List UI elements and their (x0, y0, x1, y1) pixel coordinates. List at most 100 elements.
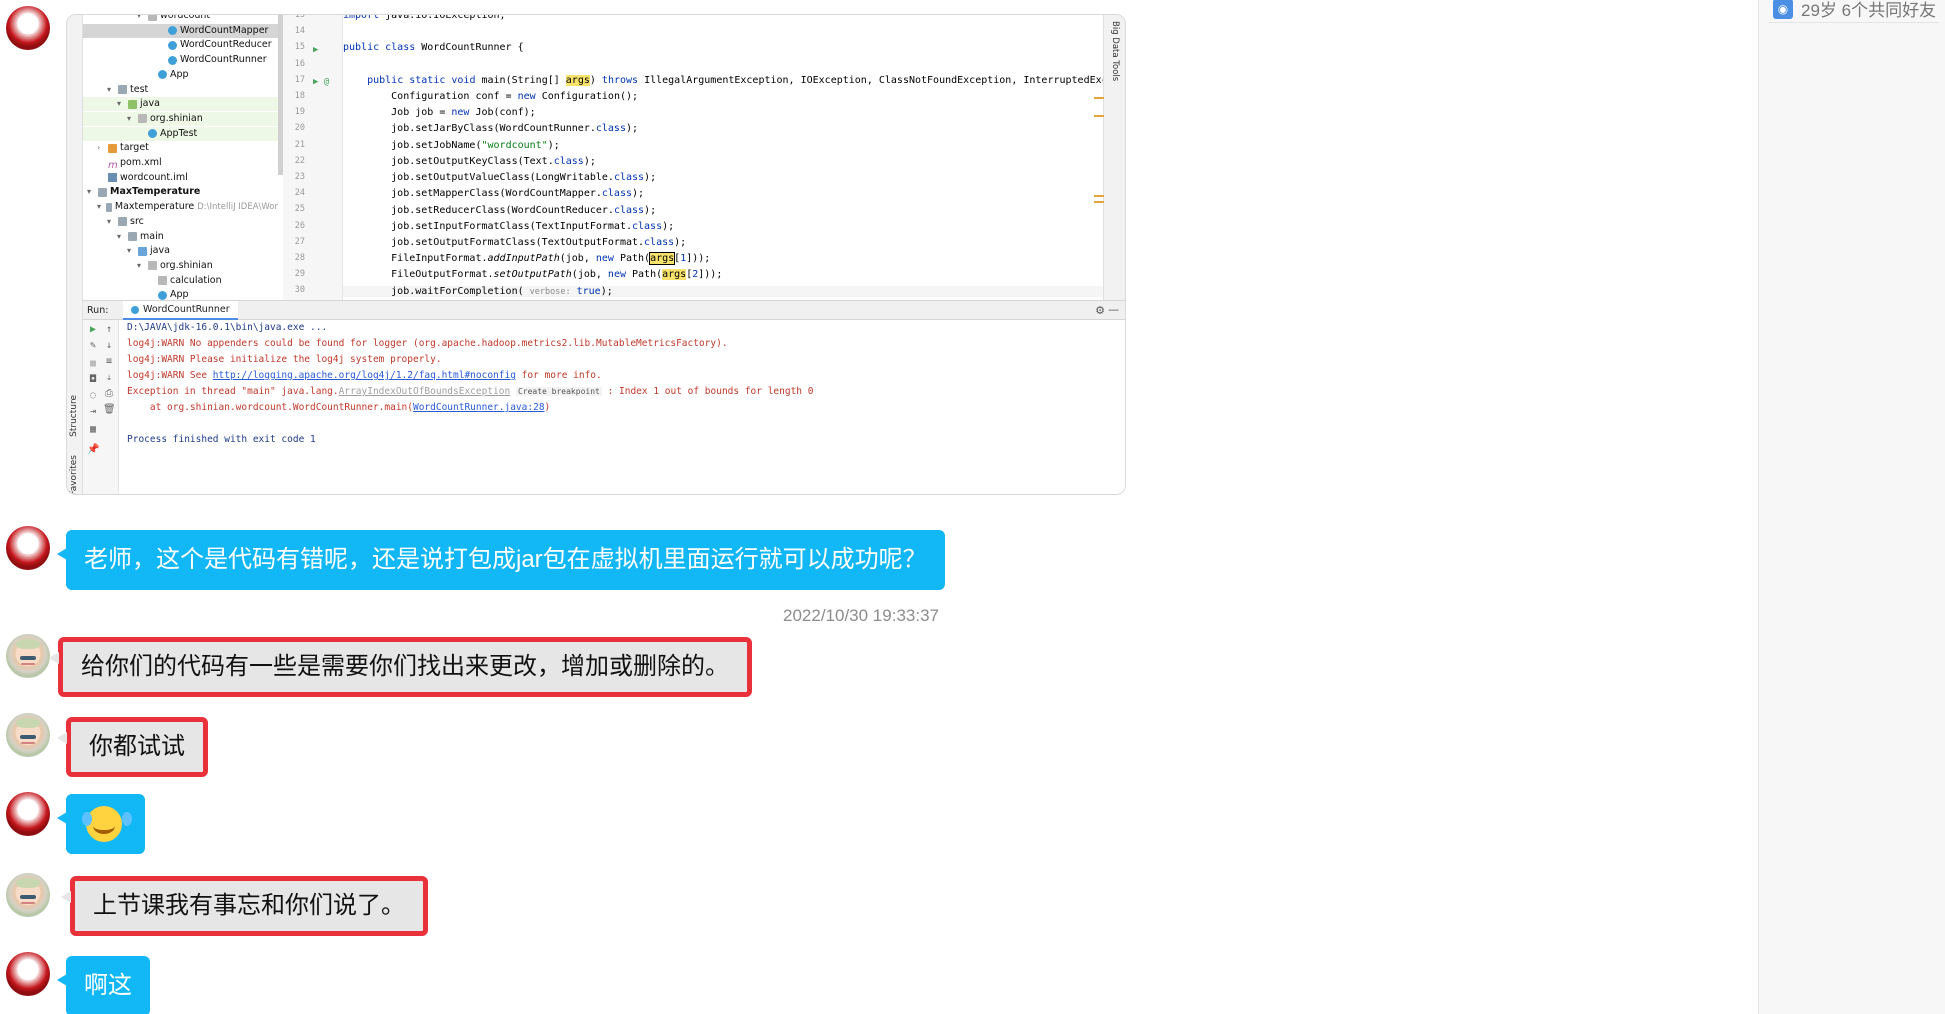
tree-node[interactable]: ▾ java (83, 244, 278, 258)
dump-threads-icon[interactable]: ◌ (87, 390, 99, 401)
location-badge-icon: ◉ (1773, 0, 1793, 19)
exit-icon[interactable]: ⇥ (87, 406, 99, 417)
avatar[interactable] (6, 634, 50, 678)
avatar[interactable] (6, 792, 50, 836)
tree-node[interactable]: AppTest (83, 126, 278, 141)
tree-node[interactable]: ▾ src (83, 215, 278, 229)
folder-icon (128, 232, 137, 241)
wrench-icon[interactable]: ✎ (87, 340, 99, 351)
folder-icon (105, 202, 112, 212)
print-icon[interactable]: ⎙ (103, 388, 115, 399)
chevron-icon[interactable]: ▾ (117, 230, 125, 244)
console-text: log4j:WARN See (127, 370, 213, 381)
pin-icon[interactable]: 📌 (87, 444, 99, 455)
class-icon (148, 129, 157, 139)
tree-node-label: wordcount (160, 14, 211, 21)
tree-node[interactable]: WordCountRunner (83, 53, 278, 67)
iml-icon (108, 173, 117, 183)
tree-node-label: WordCountRunner (180, 54, 267, 66)
rerun-icon[interactable]: ▶ (87, 324, 99, 335)
console-text: at org.shinian.wordcount.WordCountRunner… (127, 402, 413, 413)
chevron-icon[interactable]: › (97, 141, 105, 155)
console-line: log4j:WARN No appenders could be found f… (127, 338, 728, 349)
chevron-icon[interactable]: ▾ (87, 185, 95, 199)
gear-icon[interactable]: ⚙ (1095, 304, 1105, 317)
camera-icon[interactable]: ◘ (87, 374, 99, 385)
tree-node-label: WordCountMapper (180, 24, 269, 36)
run-tab-wordcountrunner[interactable]: WordCountRunner (123, 301, 238, 320)
message-bubble[interactable]: 上节课我有事忘和你们说了。 (61, 876, 428, 936)
stack-trace-link[interactable]: WordCountRunner.java:28 (413, 402, 545, 413)
tree-node[interactable]: ▾ test (83, 83, 278, 97)
line-number: 16 (294, 58, 305, 69)
favorites-tool-label: Favorites (69, 455, 79, 495)
tree-node[interactable]: calculation (83, 274, 278, 288)
log4j-faq-link[interactable]: http://logging.apache.org/log4j/1.2/faq.… (213, 370, 516, 381)
pkg-icon (148, 261, 157, 271)
scroll-end-icon[interactable]: ⇣ (103, 372, 115, 383)
avatar[interactable] (6, 526, 50, 570)
exception-class-link[interactable]: ArrayIndexOutOfBoundsException (339, 386, 511, 397)
folder-icon (98, 187, 107, 197)
avatar[interactable] (6, 6, 50, 50)
tree-node[interactable]: ▾ org.shinian (83, 111, 278, 126)
error-stripe-mark (1094, 97, 1104, 99)
tree-node[interactable]: ▾ org.shinian (83, 259, 278, 273)
minimize-icon[interactable]: — (1108, 303, 1119, 316)
big-data-tools-label[interactable]: Big Data Tools (1110, 21, 1120, 81)
message-bubble[interactable]: 老师，这个是代码有错呢，还是说打包成jar包在虚拟机里面运行就可以成功呢？ (57, 530, 945, 590)
tree-node[interactable]: ▾ wordcount (83, 14, 278, 23)
tree-node[interactable]: WordCountReducer (83, 38, 278, 52)
laughing-tears-emoji-icon (82, 806, 122, 842)
stop-icon[interactable]: ■ (87, 358, 99, 369)
tree-node[interactable]: App (83, 68, 278, 82)
line-number: 29 (294, 269, 305, 280)
chevron-icon[interactable]: ▾ (117, 97, 125, 111)
tree-node-label: target (120, 142, 149, 154)
message-bubble[interactable]: 给你们的代码有一些是需要你们找出来更改，增加或删除的。 (49, 637, 752, 697)
tree-node[interactable]: › target (83, 141, 278, 155)
tree-node[interactable]: ▾ Maxtemperature D:\IntelliJ IDEA\Wor (83, 200, 278, 214)
chevron-icon[interactable]: ▾ (127, 244, 135, 258)
chevron-icon[interactable]: ▾ (107, 215, 115, 229)
chevron-icon[interactable]: ▾ (127, 112, 135, 126)
tree-node[interactable]: wordcount.iml (83, 171, 278, 185)
tree-node[interactable]: WordCountMapper (83, 23, 278, 38)
chevron-icon[interactable]: ▾ (137, 15, 145, 23)
tree-node[interactable]: ▾ MaxTemperature (83, 185, 278, 199)
avatar[interactable] (6, 873, 50, 917)
avatar[interactable] (6, 952, 50, 996)
message-bubble[interactable]: 你都试试 (57, 717, 208, 777)
chevron-icon[interactable]: ▾ (107, 83, 115, 97)
divider (1769, 22, 1939, 23)
console-text: ) (544, 402, 551, 413)
console-line: D:\JAVA\jdk-16.0.1\bin\java.exe ... (127, 322, 328, 333)
code-line: job.setMapperClass(WordCountMapper.class… (343, 188, 645, 199)
scroll-up-icon[interactable]: ↑ (103, 324, 115, 335)
tree-node[interactable]: m pom.xml (83, 156, 278, 171)
layout-icon[interactable]: ▦ (87, 424, 99, 435)
avatar[interactable] (6, 713, 50, 757)
message-bubble[interactable]: 啊这 (57, 956, 150, 1014)
trash-icon[interactable]: 🗑 (103, 404, 116, 415)
code-line: FileInputFormat.addInputPath(job, new Pa… (343, 252, 711, 265)
tree-node[interactable]: ▾ main (83, 230, 278, 244)
line-number: 20 (294, 123, 305, 134)
chevron-icon[interactable]: ▾ (137, 259, 145, 273)
tree-node[interactable]: ▾ java (83, 97, 278, 112)
line-number: 28 (294, 253, 305, 263)
ide-screenshot-image[interactable]: Structure Favorites ▾ wordcount WordCountM… (66, 14, 1126, 495)
create-breakpoint-button[interactable]: Create breakpoint (515, 387, 602, 396)
line-number: 23 (294, 172, 305, 182)
contact-info-text: 29岁 6个共同好友 (1801, 1, 1937, 20)
chevron-icon[interactable]: ▾ (97, 200, 103, 214)
run-gutter-icon: ▶ (313, 45, 319, 55)
soft-wrap-icon[interactable]: ≡ (103, 356, 115, 367)
code-line: job.setInputFormatClass(TextInputFormat.… (343, 221, 675, 232)
class-icon (158, 70, 167, 80)
run-tab-label: WordCountRunner (143, 304, 230, 315)
scroll-down-icon[interactable]: ↓ (103, 340, 115, 351)
message-timestamp: 2022/10/30 19:33:37 (783, 606, 939, 625)
class-icon (168, 40, 177, 50)
run-gutter-icon: ▶ @ (313, 77, 330, 87)
